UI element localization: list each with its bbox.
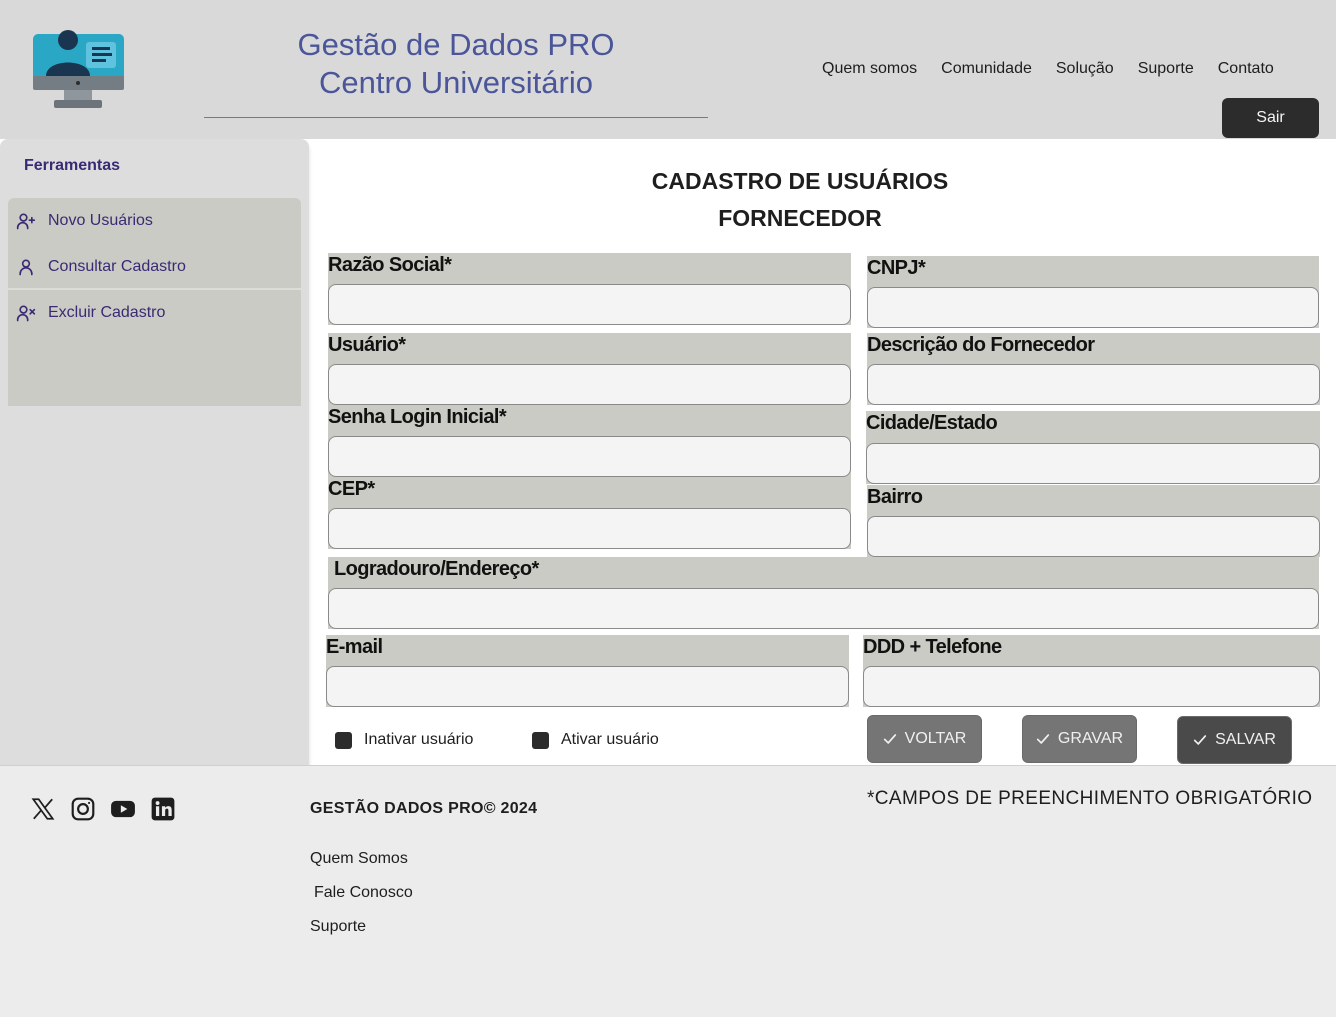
bairro-label: Bairro xyxy=(867,486,923,508)
razao-social-field: Razão Social* xyxy=(328,253,851,325)
brand-title: Gestão de Dados PRO Centro Universitário xyxy=(204,26,708,118)
check-icon xyxy=(1193,735,1207,745)
gravar-button[interactable]: GRAVAR xyxy=(1022,715,1137,763)
sidebar: Ferramentas Novo Usuários Consultar Cada… xyxy=(0,139,309,769)
cep-label: CEP* xyxy=(328,478,375,500)
header: Gestão de Dados PRO Centro Universitário… xyxy=(0,0,1336,139)
bairro-input[interactable] xyxy=(867,516,1320,557)
cnpj-label: CNPJ* xyxy=(867,257,926,279)
page-title: CADASTRO DE USUÁRIOS xyxy=(651,168,949,194)
gravar-label: GRAVAR xyxy=(1057,730,1124,747)
cidade-input[interactable] xyxy=(866,443,1320,484)
top-nav: Quem somos Comunidade Solução Suporte Co… xyxy=(822,60,1274,78)
cnpj-input[interactable] xyxy=(867,287,1319,328)
footer: GESTÃO DADOS PRO© 2024 *CAMPOS DE PREENC… xyxy=(0,765,1336,1017)
senha-input[interactable] xyxy=(328,436,851,477)
page-subtitle: FORNECEDOR xyxy=(718,205,882,231)
cnpj-field: CNPJ* xyxy=(867,256,1319,328)
usuario-label: Usuário* xyxy=(328,334,406,356)
usuario-input[interactable] xyxy=(328,364,851,405)
brand-line1: Gestão de Dados PRO xyxy=(297,27,615,62)
email-field: E-mail xyxy=(326,635,849,707)
telefone-field: DDD + Telefone xyxy=(863,635,1320,707)
instagram-icon[interactable] xyxy=(70,796,96,822)
nav-quem-somos[interactable]: Quem somos xyxy=(822,60,917,78)
descricao-field: Descrição do Fornecedor xyxy=(867,333,1320,405)
linkedin-icon[interactable] xyxy=(150,796,176,822)
senha-field: Senha Login Inicial* xyxy=(328,405,851,477)
email-label: E-mail xyxy=(326,636,383,658)
inativar-usuario-label: Inativar usuário xyxy=(364,731,474,748)
telefone-input[interactable] xyxy=(863,666,1320,707)
descricao-input[interactable] xyxy=(867,364,1320,405)
salvar-label: SALVAR xyxy=(1215,731,1276,748)
footer-link-quem-somos[interactable]: Quem Somos xyxy=(310,850,408,868)
sidebar-item-excluir-cadastro[interactable]: Excluir Cadastro xyxy=(16,298,165,328)
ativar-usuario-checkbox[interactable]: Ativar usuário xyxy=(532,731,659,749)
check-icon xyxy=(883,734,896,744)
sidebar-item-label: Excluir Cadastro xyxy=(48,304,166,321)
cep-input[interactable] xyxy=(328,508,851,549)
footer-link-fale-conosco[interactable]: Fale Conosco xyxy=(314,884,413,902)
footer-link-suporte[interactable]: Suporte xyxy=(310,918,366,936)
telefone-label: DDD + Telefone xyxy=(863,636,1002,658)
check-icon xyxy=(1036,734,1050,744)
social-links xyxy=(30,796,176,822)
sidebar-title: Ferramentas xyxy=(24,157,121,174)
user-x-icon xyxy=(16,305,36,322)
youtube-icon[interactable] xyxy=(110,796,136,822)
email-input[interactable] xyxy=(326,666,849,707)
nav-suporte[interactable]: Suporte xyxy=(1138,60,1194,78)
descricao-label: Descrição do Fornecedor xyxy=(867,334,1095,356)
checkbox-box[interactable] xyxy=(335,731,352,749)
cep-field: CEP* xyxy=(328,477,851,549)
computer-user-icon xyxy=(30,28,126,112)
ativar-usuario-label: Ativar usuário xyxy=(561,731,659,748)
nav-contato[interactable]: Contato xyxy=(1218,60,1274,78)
sidebar-item-consultar-cadastro[interactable]: Consultar Cadastro xyxy=(16,252,186,282)
inativar-usuario-checkbox[interactable]: Inativar usuário xyxy=(335,731,473,749)
salvar-button[interactable]: SALVAR xyxy=(1177,716,1292,764)
user-icon xyxy=(19,259,33,276)
copyright: GESTÃO DADOS PRO© 2024 xyxy=(310,800,538,817)
checkbox-box[interactable] xyxy=(532,731,549,749)
user-plus-icon xyxy=(16,213,36,230)
logradouro-label: Logradouro/Endereço* xyxy=(334,558,539,580)
usuario-field: Usuário* xyxy=(328,333,851,405)
logout-button[interactable]: Sair xyxy=(1222,98,1319,138)
razao-social-input[interactable] xyxy=(328,284,851,325)
voltar-label: VOLTAR xyxy=(904,730,967,747)
razao-social-label: Razão Social* xyxy=(328,254,452,276)
nav-solucao[interactable]: Solução xyxy=(1056,60,1114,78)
sidebar-divider xyxy=(8,288,301,290)
cidade-field: Cidade/Estado xyxy=(866,411,1320,484)
logradouro-field: Logradouro/Endereço* xyxy=(328,557,1319,629)
sidebar-item-label: Novo Usuários xyxy=(48,212,153,229)
logradouro-input[interactable] xyxy=(328,588,1319,629)
nav-comunidade[interactable]: Comunidade xyxy=(941,60,1032,78)
bairro-field: Bairro xyxy=(867,485,1320,557)
sidebar-item-label: Consultar Cadastro xyxy=(48,258,186,275)
voltar-button[interactable]: VOLTAR xyxy=(867,715,982,763)
brand-line2: Centro Universitário xyxy=(319,65,593,100)
sidebar-item-novo-usuarios[interactable]: Novo Usuários xyxy=(16,206,153,236)
senha-label: Senha Login Inicial* xyxy=(328,406,507,428)
x-icon[interactable] xyxy=(30,796,56,822)
required-fields-note: *CAMPOS DE PREENCHIMENTO OBRIGATÓRIO xyxy=(867,788,1313,809)
cidade-label: Cidade/Estado xyxy=(866,412,998,434)
